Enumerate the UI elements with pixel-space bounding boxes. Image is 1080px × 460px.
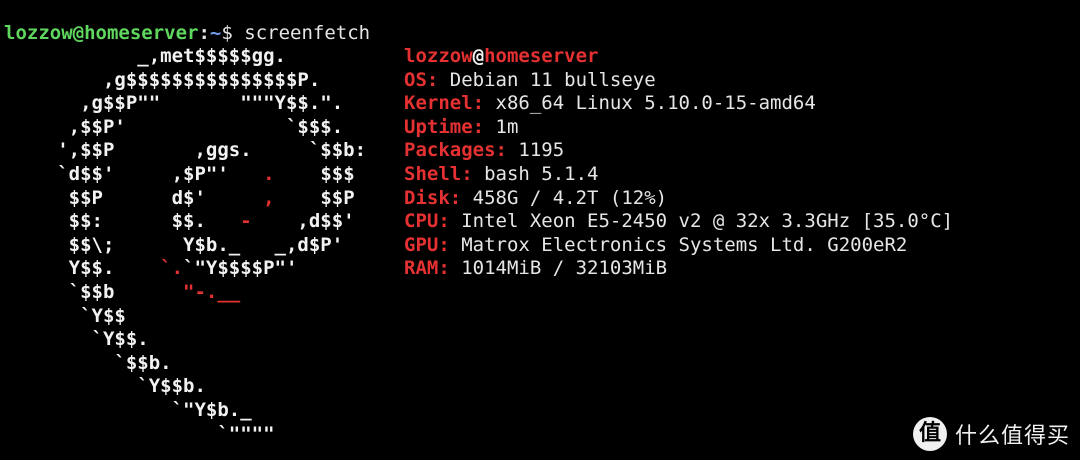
debian-ascii-logo: _,met$$$$$gg. ,g$$$$$$$$$$$$$$$P. ,g$$P"… xyxy=(0,45,370,445)
logo-line: `Y$$ xyxy=(0,305,126,329)
logo-line: ',$$P ,ggs. `$$b: xyxy=(0,139,366,163)
logo-line: `d$$' ,$P"' . $$$ xyxy=(0,163,355,187)
info-row-disk: Disk: 458G / 4.2T (12%) xyxy=(404,187,667,211)
logo-line: `Y$$. xyxy=(0,328,149,352)
logo-swirl-fragment: , xyxy=(263,186,275,209)
logo-swirl-fragment: "-.__ xyxy=(183,281,241,303)
logo-line: ,g$$$$$$$$$$$$$$$P. xyxy=(0,69,320,93)
info-value: 458G / 4.2T (12%) xyxy=(461,186,668,209)
logo-text-fragment: `"""" xyxy=(0,422,275,445)
watermark-text: 什么值得买 xyxy=(954,424,1070,449)
prompt-separator: : xyxy=(198,22,210,44)
info-row-gpu: GPU: Matrox Electronics Systems Ltd. G20… xyxy=(404,234,907,258)
info-value: bash 5.1.4 xyxy=(472,163,599,185)
info-value: 1m xyxy=(484,115,519,138)
info-key: Shell: xyxy=(404,163,473,185)
logo-line: $$P d$' , $$P xyxy=(0,187,355,211)
watermark-logo-glyph: 值 xyxy=(918,421,941,446)
logo-line: Y$$. `.`"Y$$$$P"' xyxy=(0,257,298,281)
logo-line: `Y$$b. xyxy=(0,375,206,399)
logo-line: ,$$P' `$$$. xyxy=(0,115,344,140)
info-row-packages: Packages: 1195 xyxy=(404,139,564,163)
logo-text-fragment: `Y$$ xyxy=(0,304,126,327)
info-key: Uptime: xyxy=(404,115,485,138)
logo-text-fragment: $$\; Y$b._ _,d$P' xyxy=(0,233,344,256)
info-hostname: lozzow@homeserver xyxy=(404,45,598,69)
shell-prompt: lozzow@homeserver:~$ screenfetch xyxy=(4,21,370,45)
info-value: Matrox Electronics Systems Ltd. G200eR2 xyxy=(449,233,908,256)
logo-swirl-fragment: - xyxy=(240,210,252,233)
info-key: Kernel: xyxy=(404,92,485,115)
info-value: Debian 11 bullseye xyxy=(438,68,656,91)
logo-text-fragment: ,d$$' xyxy=(251,210,355,233)
prompt-user-host: lozzow@homeserver xyxy=(4,22,199,44)
prompt-symbol: $ xyxy=(221,22,233,44)
watermark: 值 什么值得买 xyxy=(912,416,1070,452)
info-value: Intel Xeon E5-2450 v2 @ 32x 3.3GHz [35.0… xyxy=(449,210,954,233)
logo-swirl-fragment: . xyxy=(263,163,275,185)
info-row-uptime: Uptime: 1m xyxy=(404,116,518,140)
info-row-cpu: CPU: Intel Xeon E5-2450 v2 @ 32x 3.3GHz … xyxy=(404,210,953,234)
logo-text-fragment: `"Y$$$$P"' xyxy=(183,257,298,280)
info-value: 1195 xyxy=(506,139,565,162)
info-at: @ xyxy=(472,45,485,67)
logo-text-fragment: $$P d$' xyxy=(0,186,264,209)
logo-line: $$: $$. - ,d$$' xyxy=(0,210,355,234)
prompt-path: ~ xyxy=(209,22,222,44)
info-value: x86_64 Linux 5.10.0-15-amd64 xyxy=(484,92,816,115)
prompt-command: screenfetch xyxy=(232,22,371,44)
logo-text-fragment: $$P xyxy=(274,186,355,209)
info-user: lozzow xyxy=(404,45,473,67)
logo-line: `$$b. xyxy=(0,351,172,376)
info-key: Packages: xyxy=(404,139,507,162)
info-row-os: OS: Debian 11 bullseye xyxy=(404,69,656,93)
info-host: homeserver xyxy=(484,45,599,67)
watermark-logo-icon: 值 xyxy=(912,417,947,451)
logo-text-fragment: `d$$' ,$P"' xyxy=(0,163,264,185)
logo-text-fragment: `$$b xyxy=(0,281,184,303)
logo-line: `"""" xyxy=(0,422,275,447)
info-key: Disk: xyxy=(404,186,462,209)
logo-text-fragment: $$: $$. xyxy=(0,210,241,233)
info-key: RAM: xyxy=(404,257,450,280)
info-key: GPU: xyxy=(404,233,450,256)
logo-text-fragment: _,met$$$$$gg. xyxy=(0,45,286,67)
info-key: OS: xyxy=(404,68,439,91)
logo-line: $$\; Y$b._ _,d$P' xyxy=(0,233,344,258)
terminal-window[interactable]: lozzow@homeserver:~$ screenfetch _,met$$… xyxy=(0,0,1080,460)
logo-line: _,met$$$$$gg. xyxy=(0,45,286,69)
info-key: CPU: xyxy=(404,210,450,233)
logo-swirl-fragment: `. xyxy=(160,257,184,280)
logo-text-fragment: ,$$P' `$$$. xyxy=(0,115,344,138)
logo-text-fragment: Y$$. xyxy=(0,257,161,280)
logo-text-fragment: ',$$P ,ggs. `$$b: xyxy=(0,139,367,162)
logo-line: `"Y$b._ xyxy=(0,399,252,423)
logo-text-fragment: `$$b. xyxy=(0,351,172,374)
logo-text-fragment: `Y$$b. xyxy=(0,375,206,398)
logo-text-fragment: ,g$$$$$$$$$$$$$$$P. xyxy=(0,68,321,91)
logo-line: `$$b "-.__ xyxy=(0,281,241,305)
info-row-shell: Shell: bash 5.1.4 xyxy=(404,163,598,187)
logo-text-fragment: $$$ xyxy=(274,163,355,185)
info-value: 1014MiB / 32103MiB xyxy=(449,257,668,280)
logo-text-fragment: ,g$$P"" """Y$$.". xyxy=(0,92,344,115)
logo-text-fragment: `"Y$b._ xyxy=(0,399,252,421)
logo-line: ,g$$P"" """Y$$.". xyxy=(0,92,343,116)
info-row-kernel: Kernel: x86_64 Linux 5.10.0-15-amd64 xyxy=(404,92,816,116)
info-row-ram: RAM: 1014MiB / 32103MiB xyxy=(404,257,667,281)
logo-text-fragment: `Y$$. xyxy=(0,328,149,351)
